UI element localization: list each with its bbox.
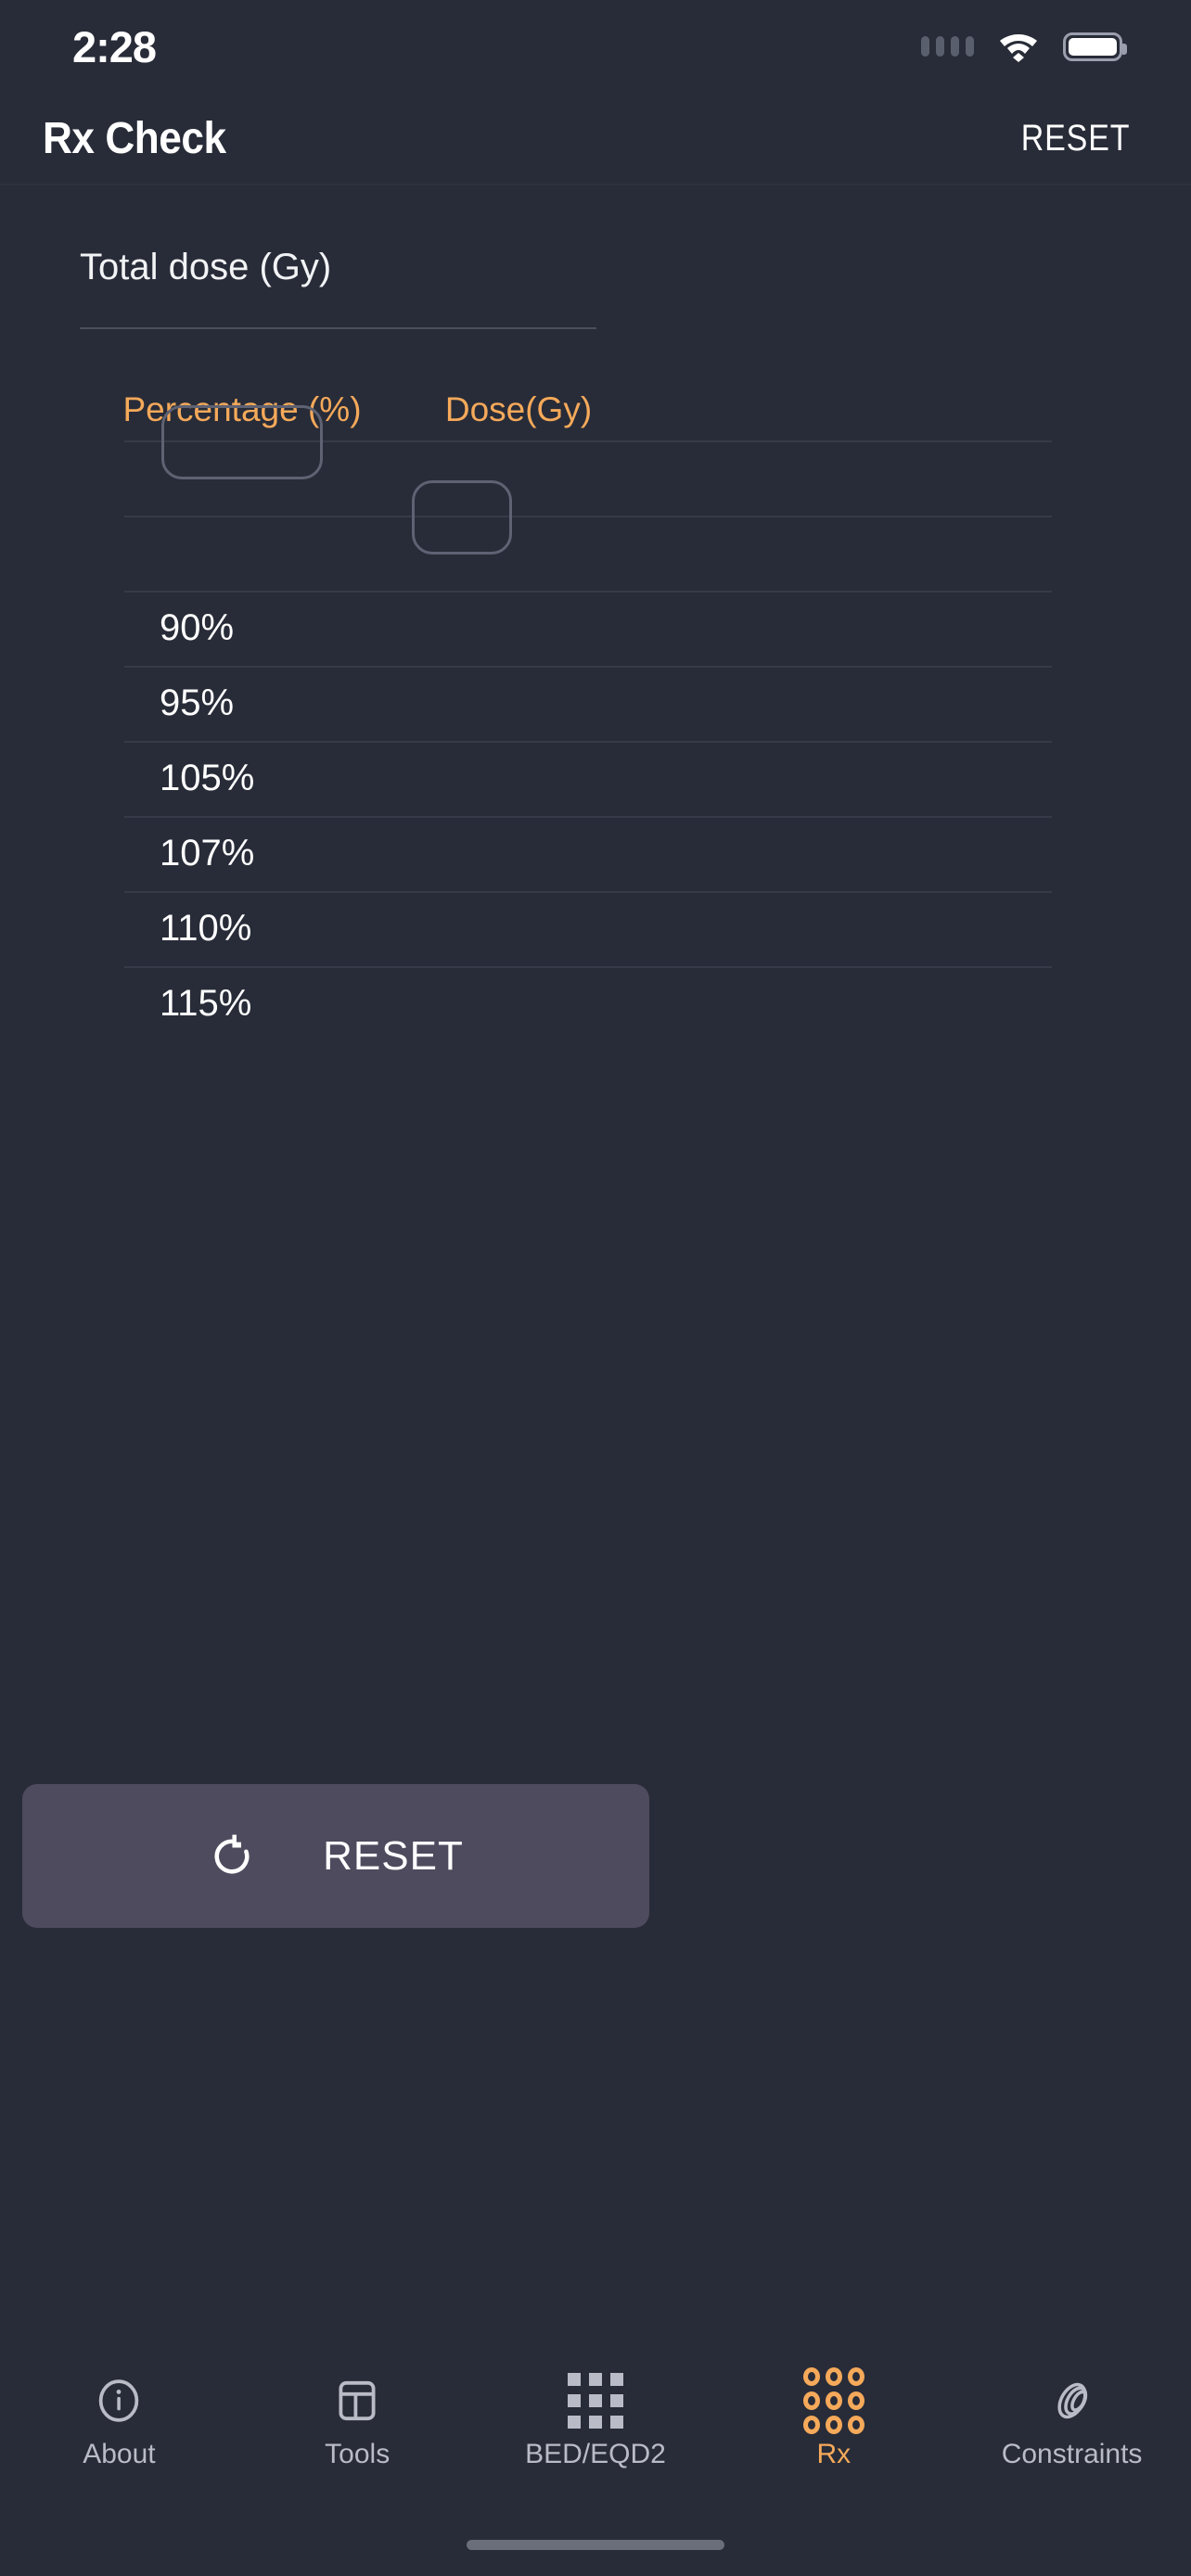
battery-icon xyxy=(1063,32,1127,61)
total-dose-field[interactable]: Total dose (Gy) xyxy=(80,247,1122,329)
tab-bar: About Tools BED/EQD2 Rx Constraints xyxy=(0,2367,1191,2487)
table-row xyxy=(0,405,1191,516)
info-circle-icon xyxy=(96,2376,142,2426)
home-indicator xyxy=(467,2540,724,2550)
refresh-icon xyxy=(214,1834,250,1873)
dose-table: Percentage (%) Dose(Gy) 90% 95% 105% 107… xyxy=(0,379,1191,1041)
table-row[interactable]: 90% xyxy=(0,591,1191,666)
column-header-dose: Dose(Gy) xyxy=(444,390,593,428)
table-row[interactable]: 110% xyxy=(0,891,1191,966)
percentage-value: 105% xyxy=(160,758,255,798)
table-row[interactable]: 105% xyxy=(0,741,1191,816)
table-row[interactable]: 115% xyxy=(0,966,1191,1041)
percentage-value: 110% xyxy=(160,908,252,949)
status-bar: 2:28 xyxy=(0,0,1191,93)
page-title: Rx Check xyxy=(43,113,226,163)
wifi-icon xyxy=(1000,34,1037,62)
table-row[interactable]: 107% xyxy=(0,816,1191,891)
percentage-value: 95% xyxy=(160,682,235,723)
rings-icon xyxy=(1049,2376,1095,2426)
reset-button[interactable]: RESET xyxy=(22,1784,649,1928)
tab-bed-eqd2-label: BED/EQD2 xyxy=(525,2439,666,2469)
main-content: Total dose (Gy) Percentage (%) Dose(Gy) … xyxy=(0,247,1191,1041)
dose-input[interactable] xyxy=(412,480,512,555)
total-dose-underline xyxy=(80,327,596,329)
percentage-value: 107% xyxy=(160,833,255,874)
total-dose-label: Total dose (Gy) xyxy=(80,247,332,287)
percentage-input[interactable] xyxy=(161,405,323,479)
status-time: 2:28 xyxy=(72,21,157,71)
tab-rx[interactable]: Rx xyxy=(715,2367,953,2470)
table-row[interactable]: 95% xyxy=(0,666,1191,741)
percentage-value: 90% xyxy=(160,607,235,648)
app-header: Rx Check RESET xyxy=(0,93,1191,185)
tab-about-label: About xyxy=(83,2439,156,2469)
tab-rx-label: Rx xyxy=(816,2439,852,2469)
reset-button-label: RESET xyxy=(323,1832,464,1879)
tab-constraints-label: Constraints xyxy=(1001,2439,1143,2469)
tab-bed-eqd2[interactable]: BED/EQD2 xyxy=(477,2373,714,2470)
grid-3x3-icon xyxy=(567,2373,623,2429)
header-reset-button[interactable]: RESET xyxy=(1020,118,1130,159)
tab-constraints[interactable]: Constraints xyxy=(954,2376,1191,2470)
table-row xyxy=(0,480,1191,591)
pills-grid-icon xyxy=(802,2367,864,2434)
tab-tools-label: Tools xyxy=(325,2439,391,2469)
signal-dots-icon xyxy=(921,36,974,57)
layout-panel-icon xyxy=(335,2376,379,2426)
tab-about[interactable]: About xyxy=(0,2376,237,2470)
tab-tools[interactable]: Tools xyxy=(238,2376,476,2470)
status-icons xyxy=(921,31,1127,62)
percentage-value: 115% xyxy=(160,983,252,1024)
